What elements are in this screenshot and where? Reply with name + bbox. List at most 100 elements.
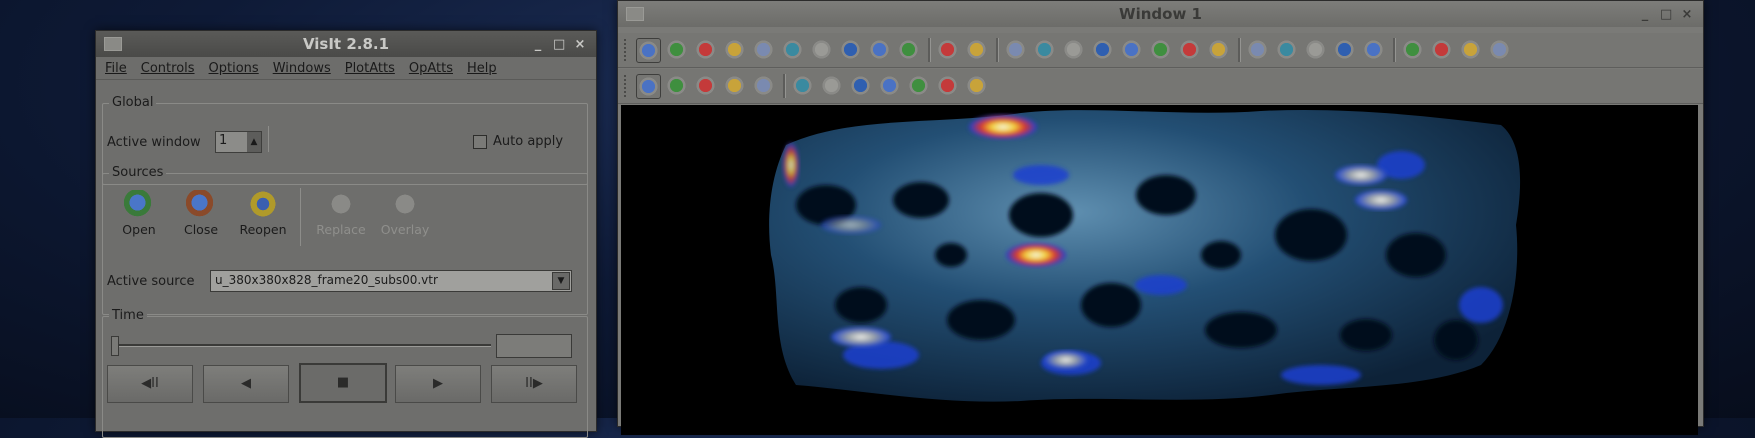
draw-plots-icon[interactable] xyxy=(1033,38,1056,61)
delete-window-icon[interactable] xyxy=(723,38,746,61)
refresh-icon[interactable] xyxy=(1207,38,1230,61)
active-window-value: 1 xyxy=(219,133,228,148)
query-icon[interactable] xyxy=(1488,38,1511,61)
play-back-icon[interactable] xyxy=(1275,38,1298,61)
sources-group: Sources Open Close Reopen Replace Overla… xyxy=(102,165,588,315)
point-tool-icon[interactable] xyxy=(820,74,843,97)
replace-label: Replace xyxy=(316,222,366,237)
new-window-icon[interactable] xyxy=(665,38,688,61)
draw-plots-stacked-icon[interactable] xyxy=(1091,38,1114,61)
stop-button[interactable]: ■ xyxy=(299,363,387,403)
visit-main-window: VisIt 2.8.1 _ □ × File Controls Options … xyxy=(95,30,597,438)
replace-button[interactable]: Replace xyxy=(309,188,373,244)
play-icon[interactable] xyxy=(1333,38,1356,61)
plot-group-2-icon[interactable] xyxy=(1149,38,1172,61)
play-backward-button[interactable]: ◀ xyxy=(203,365,289,403)
step-forward-icon[interactable] xyxy=(1362,38,1385,61)
plot-group-3-icon[interactable] xyxy=(1178,38,1201,61)
sources-group-title: Sources xyxy=(109,165,167,180)
layout-3x3-icon[interactable] xyxy=(897,38,920,61)
step-back-icon[interactable] xyxy=(1246,38,1269,61)
active-source-combo[interactable]: u_380x380x828_frame20_subs00.vtr ▼ xyxy=(210,270,572,292)
app-icon xyxy=(104,37,122,51)
maximize-icon[interactable]: □ xyxy=(1660,7,1672,22)
toolbar-separator xyxy=(1393,38,1396,62)
reopen-button[interactable]: Reopen xyxy=(231,188,295,244)
menu-plotatts[interactable]: PlotAtts xyxy=(345,61,395,76)
close-icon[interactable]: × xyxy=(1681,7,1693,22)
menu-controls[interactable]: Controls xyxy=(141,61,195,76)
chevron-down-icon[interactable]: ▼ xyxy=(552,272,570,290)
overlay-icon xyxy=(390,190,420,218)
layout-2x1-icon[interactable] xyxy=(810,38,833,61)
stop-icon[interactable] xyxy=(1304,38,1327,61)
close-label: Close xyxy=(183,222,219,237)
global-group-title: Global xyxy=(109,95,157,110)
visit-titlebar[interactable]: VisIt 2.8.1 _ □ × xyxy=(96,31,596,57)
lock-view-icon[interactable] xyxy=(936,38,959,61)
clone-window-icon[interactable] xyxy=(694,38,717,61)
minimize-icon[interactable]: _ xyxy=(532,37,544,52)
time-slider-track[interactable] xyxy=(111,344,491,347)
zoom-icon[interactable] xyxy=(665,74,688,97)
active-window-label: Active window xyxy=(107,135,201,150)
open-icon xyxy=(124,190,154,218)
auto-apply-checkbox[interactable] xyxy=(473,135,487,149)
spin-arrows-icon[interactable]: ▲ xyxy=(247,132,261,152)
lineout-tool-icon[interactable] xyxy=(694,74,717,97)
render-window: Window 1 _ □ × xyxy=(617,0,1704,435)
menubar: File Controls Options Windows PlotAtts O… xyxy=(96,57,596,80)
step-back-button[interactable]: ◀II xyxy=(107,365,193,403)
toolbar-grip[interactable] xyxy=(624,75,629,97)
toolbar-separator xyxy=(928,38,931,62)
render-viewport[interactable] xyxy=(621,105,1698,435)
extents-tool-icon[interactable] xyxy=(965,74,988,97)
active-window-spinbox[interactable]: 1 ▲ xyxy=(215,131,262,153)
minimize-icon[interactable]: _ xyxy=(1639,7,1651,22)
toolbar-grip[interactable] xyxy=(624,39,629,61)
time-state-field[interactable] xyxy=(496,334,572,358)
menu-windows[interactable]: Windows xyxy=(273,61,331,76)
lock-time-icon[interactable] xyxy=(965,38,988,61)
active-window-icon[interactable] xyxy=(636,38,661,63)
menu-file[interactable]: File xyxy=(105,61,127,76)
render-titlebar[interactable]: Window 1 _ □ × xyxy=(618,1,1703,27)
menu-opatts[interactable]: OpAtts xyxy=(409,61,453,76)
menu-help[interactable]: Help xyxy=(467,61,497,76)
open-button[interactable]: Open xyxy=(107,188,171,244)
axes-icon[interactable] xyxy=(791,74,814,97)
close-button[interactable]: Close xyxy=(169,188,233,244)
plot-group-icon[interactable] xyxy=(1120,38,1143,61)
time-group: Time ◀II ◀ ■ ▶ II▶ xyxy=(102,308,588,438)
layout-3x1-icon[interactable] xyxy=(868,38,891,61)
layout-1x1-icon[interactable] xyxy=(752,38,775,61)
pick-node-icon[interactable] xyxy=(752,74,775,97)
box-tool-icon[interactable] xyxy=(907,74,930,97)
overlay-button[interactable]: Overlay xyxy=(373,188,437,244)
layout-2x2-icon[interactable] xyxy=(839,38,862,61)
pick-icon[interactable] xyxy=(1430,38,1453,61)
layout-1x2-icon[interactable] xyxy=(781,38,804,61)
close-icon[interactable]: × xyxy=(574,37,586,52)
navigate-icon[interactable] xyxy=(636,74,661,99)
time-group-title: Time xyxy=(109,308,147,323)
plane-tool-icon[interactable] xyxy=(878,74,901,97)
clear-window-icon[interactable] xyxy=(1004,38,1027,61)
pick-tool-icon[interactable] xyxy=(723,74,746,97)
visit-window-title: VisIt 2.8.1 xyxy=(302,35,390,53)
save-image-icon[interactable] xyxy=(1401,38,1424,61)
line-tool-icon[interactable] xyxy=(849,74,872,97)
replace-icon xyxy=(326,190,356,218)
sphere-tool-icon[interactable] xyxy=(936,74,959,97)
maximize-icon[interactable]: □ xyxy=(553,37,565,52)
menu-options[interactable]: Options xyxy=(209,61,259,76)
open-label: Open xyxy=(122,222,156,237)
close-source-icon xyxy=(186,190,216,218)
active-source-value: u_380x380x828_frame20_subs00.vtr xyxy=(215,273,438,287)
auto-apply-label: Auto apply xyxy=(493,134,564,149)
time-slider-handle[interactable] xyxy=(111,336,119,356)
play-button[interactable]: ▶ xyxy=(395,365,481,403)
lineout-icon[interactable] xyxy=(1459,38,1482,61)
draw-plots-all-icon[interactable] xyxy=(1062,38,1085,61)
step-forward-button[interactable]: II▶ xyxy=(491,365,577,403)
